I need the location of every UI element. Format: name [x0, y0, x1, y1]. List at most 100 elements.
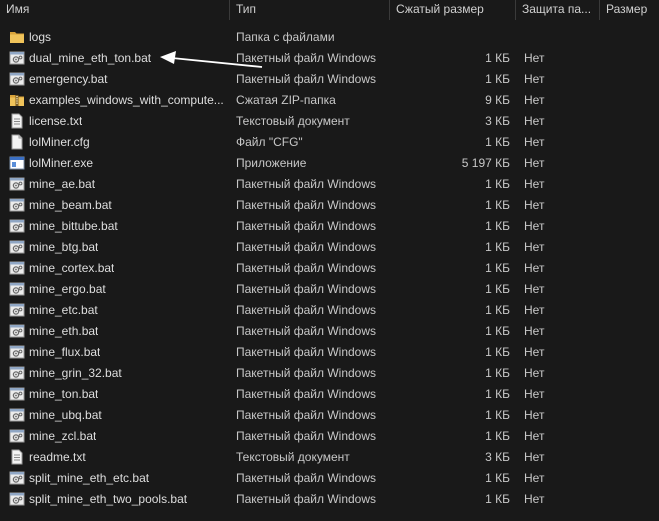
file-name-cell[interactable]: mine_cortex.bat: [0, 260, 230, 276]
file-name-cell[interactable]: mine_etc.bat: [0, 302, 230, 318]
file-name: dual_mine_eth_ton.bat: [29, 50, 152, 65]
file-protection: Нет: [524, 281, 545, 296]
file-name: split_mine_eth_two_pools.bat: [29, 491, 188, 506]
file-row[interactable]: lolMiner.cfg Файл "CFG" 1 КБ Нет: [0, 131, 659, 152]
file-compressed-size: 1 КБ: [485, 197, 510, 212]
batch-file-icon: [9, 428, 25, 444]
column-header-name[interactable]: Имя: [0, 0, 230, 20]
file-row[interactable]: mine_ubq.bat Пакетный файл Windows 1 КБ Нет: [0, 404, 659, 425]
file-type: Пакетный файл Windows: [236, 281, 377, 296]
batch-file-icon: [9, 218, 25, 234]
file-name: mine_zcl.bat: [29, 428, 97, 443]
file-row[interactable]: dual_mine_eth_ton.bat Пакетный файл Windo…: [0, 47, 659, 68]
batch-file-icon: [9, 386, 25, 402]
file-compressed-size: 1 КБ: [485, 71, 510, 86]
file-row[interactable]: logs Папка с файлами: [0, 26, 659, 47]
file-protection: Нет: [524, 197, 545, 212]
batch-file-icon: [9, 260, 25, 276]
file-type: Пакетный файл Windows: [236, 197, 377, 212]
file-row[interactable]: mine_eth.bat Пакетный файл Windows 1 КБ Нет: [0, 320, 659, 341]
batch-file-icon: [9, 176, 25, 192]
file-name-cell[interactable]: mine_flux.bat: [0, 344, 230, 360]
file-name-cell[interactable]: mine_btg.bat: [0, 239, 230, 255]
column-header-size[interactable]: Размер: [600, 0, 659, 20]
file-row[interactable]: split_mine_eth_two_pools.bat Пакетный фай…: [0, 488, 659, 509]
file-compressed-size: 1 КБ: [485, 176, 510, 191]
file-name-cell[interactable]: lolMiner.exe: [0, 155, 230, 171]
file-name-cell[interactable]: emergency.bat: [0, 71, 230, 87]
file-name-cell[interactable]: examples_windows_with_compute...: [0, 92, 230, 108]
file-row[interactable]: mine_cortex.bat Пакетный файл Windows 1 КБ…: [0, 257, 659, 278]
file-row[interactable]: emergency.bat Пакетный файл Windows 1 КБ Не…: [0, 68, 659, 89]
zip-folder-icon: [9, 92, 25, 108]
file-name: mine_beam.bat: [29, 197, 112, 212]
batch-file-icon: [9, 239, 25, 255]
file-protection: Нет: [524, 365, 545, 380]
file-name: mine_ubq.bat: [29, 407, 102, 422]
file-name-cell[interactable]: mine_bittube.bat: [0, 218, 230, 234]
file-name: mine_cortex.bat: [29, 260, 115, 275]
file-type: Пакетный файл Windows: [236, 239, 377, 254]
column-header-protection[interactable]: Защита па...: [516, 0, 600, 20]
file-protection: Нет: [524, 134, 545, 149]
file-type: Пакетный файл Windows: [236, 218, 377, 233]
file-type: Папка с файлами: [236, 29, 335, 44]
file-row[interactable]: mine_ton.bat Пакетный файл Windows 1 КБ Нет: [0, 383, 659, 404]
file-protection: Нет: [524, 50, 545, 65]
file-protection: Нет: [524, 260, 545, 275]
file-name-cell[interactable]: split_mine_eth_two_pools.bat: [0, 491, 230, 507]
file-row[interactable]: mine_bittube.bat Пакетный файл Windows 1 К…: [0, 215, 659, 236]
file-compressed-size: 1 КБ: [485, 365, 510, 380]
file-name-cell[interactable]: readme.txt: [0, 449, 230, 465]
file-protection: Нет: [524, 239, 545, 254]
file-name-cell[interactable]: mine_grin_32.bat: [0, 365, 230, 381]
file-compressed-size: 3 КБ: [485, 449, 510, 464]
file-row[interactable]: mine_btg.bat Пакетный файл Windows 1 КБ Нет: [0, 236, 659, 257]
file-row[interactable]: mine_flux.bat Пакетный файл Windows 1 КБ Не…: [0, 341, 659, 362]
file-name: mine_ergo.bat: [29, 281, 106, 296]
file-row[interactable]: license.txt Текстовый документ 3 КБ Нет: [0, 110, 659, 131]
file-compressed-size: 3 КБ: [485, 113, 510, 128]
text-file-icon: [9, 449, 25, 465]
file-name-cell[interactable]: mine_ubq.bat: [0, 407, 230, 423]
file-row[interactable]: mine_etc.bat Пакетный файл Windows 1 КБ Нет: [0, 299, 659, 320]
file-protection: Нет: [524, 449, 545, 464]
file-name-cell[interactable]: lolMiner.cfg: [0, 134, 230, 150]
file-name-cell[interactable]: split_mine_eth_etc.bat: [0, 470, 230, 486]
batch-file-icon: [9, 50, 25, 66]
file-compressed-size: 1 КБ: [485, 407, 510, 422]
column-header-type[interactable]: Тип: [230, 0, 390, 20]
file-type: Пакетный файл Windows: [236, 176, 377, 191]
file-row[interactable]: mine_beam.bat Пакетный файл Windows 1 КБ Не…: [0, 194, 659, 215]
text-file-icon: [9, 113, 25, 129]
file-name-cell[interactable]: mine_ae.bat: [0, 176, 230, 192]
file-type: Пакетный файл Windows: [236, 365, 377, 380]
file-row[interactable]: mine_ergo.bat Пакетный файл Windows 1 КБ Не…: [0, 278, 659, 299]
file-name: mine_ton.bat: [29, 386, 99, 401]
file-name: mine_btg.bat: [29, 239, 99, 254]
column-header-compressed-size[interactable]: Сжатый размер: [390, 0, 516, 20]
file-name-cell[interactable]: mine_zcl.bat: [0, 428, 230, 444]
file-row[interactable]: lolMiner.exe Приложение 5 197 КБ Нет: [0, 152, 659, 173]
file-compressed-size: 1 КБ: [485, 386, 510, 401]
file-name-cell[interactable]: mine_eth.bat: [0, 323, 230, 339]
file-compressed-size: 1 КБ: [485, 134, 510, 149]
file-row[interactable]: mine_ae.bat Пакетный файл Windows 1 КБ Нет: [0, 173, 659, 194]
file-row[interactable]: readme.txt Текстовый документ 3 КБ Нет: [0, 446, 659, 467]
batch-file-icon: [9, 344, 25, 360]
file-name-cell[interactable]: license.txt: [0, 113, 230, 129]
file-type: Пакетный файл Windows: [236, 323, 377, 338]
file-compressed-size: 1 КБ: [485, 323, 510, 338]
file-row[interactable]: examples_windows_with_compute... Сжатая Z…: [0, 89, 659, 110]
file-name: lolMiner.cfg: [29, 134, 90, 149]
file-name-cell[interactable]: dual_mine_eth_ton.bat: [0, 50, 230, 66]
file-row[interactable]: split_mine_eth_etc.bat Пакетный файл Wind…: [0, 467, 659, 488]
file-row[interactable]: mine_grin_32.bat Пакетный файл Windows 1 К…: [0, 362, 659, 383]
file-type: Пакетный файл Windows: [236, 50, 377, 65]
file-name-cell[interactable]: mine_ergo.bat: [0, 281, 230, 297]
file-row[interactable]: mine_zcl.bat Пакетный файл Windows 1 КБ Нет: [0, 425, 659, 446]
file-name-cell[interactable]: logs: [0, 29, 230, 45]
file-compressed-size: 1 КБ: [485, 281, 510, 296]
file-name-cell[interactable]: mine_beam.bat: [0, 197, 230, 213]
file-name-cell[interactable]: mine_ton.bat: [0, 386, 230, 402]
